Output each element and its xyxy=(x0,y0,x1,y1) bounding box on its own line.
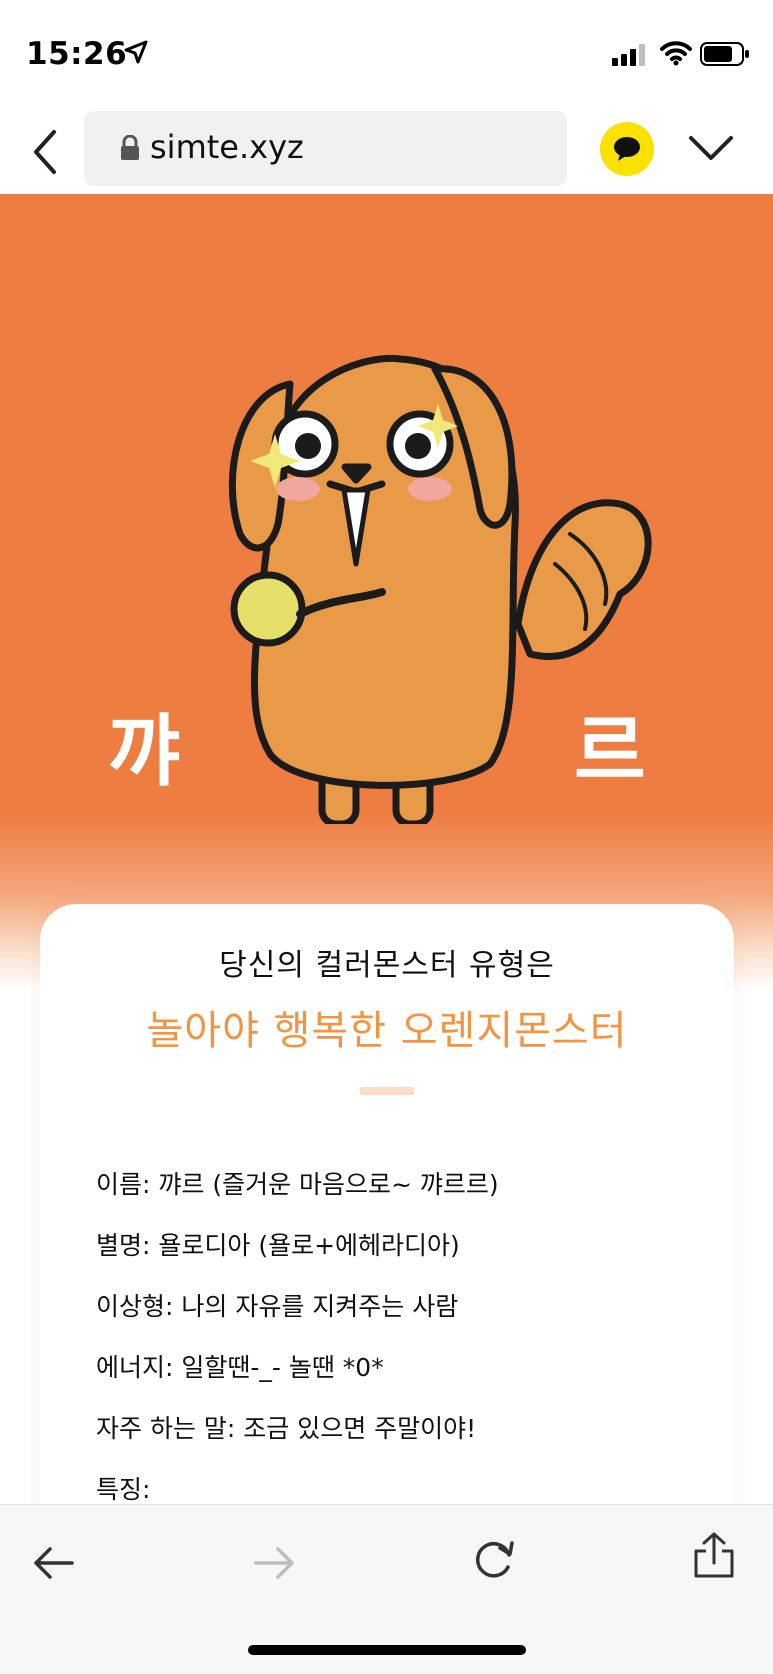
browser-nav-bar: simte.xyz xyxy=(0,110,773,194)
result-card: 당신의 컬러몬스터 유형은 놀아야 행복한 오렌지몬스터 이름: 꺄르 (즐거운… xyxy=(40,904,734,1524)
cellular-signal-icon xyxy=(612,44,645,66)
detail-energy: 에너지: 일할땐-_- 놀땐 *0* xyxy=(96,1353,384,1382)
result-title: 놀아야 행복한 오렌지몬스터 xyxy=(146,1008,628,1054)
browser-toolbar xyxy=(0,1504,773,1674)
character-name-left: 꺄 xyxy=(108,707,180,797)
detail-nickname: 별명: 욜로디아 (욜로+에헤라디아) xyxy=(96,1231,460,1260)
lock-icon xyxy=(121,135,139,160)
kakaotalk-button[interactable] xyxy=(600,122,654,176)
url-field[interactable]: simte.xyz xyxy=(84,111,567,186)
url-text: simte.xyz xyxy=(150,128,304,166)
detail-name: 이름: 꺄르 (즐거운 마음으로~ 꺄르르) xyxy=(96,1170,499,1199)
kakaotalk-icon xyxy=(614,137,640,161)
detail-ideal-type: 이상형: 나의 자유를 지켜주는 사람 xyxy=(96,1292,459,1321)
status-bar: 15:26 xyxy=(0,0,773,110)
divider xyxy=(360,1087,414,1095)
hero-banner: 꺄 르 xyxy=(0,194,773,990)
forward-arrow-icon[interactable] xyxy=(252,1545,296,1581)
home-indicator xyxy=(248,1645,526,1655)
reload-icon[interactable] xyxy=(470,1535,518,1583)
wifi-icon xyxy=(660,41,692,66)
result-subtitle: 당신의 컬러몬스터 유형은 xyxy=(219,948,555,983)
back-arrow-icon[interactable] xyxy=(32,1545,76,1581)
status-time: 15:26 xyxy=(26,36,128,72)
back-chevron-icon[interactable] xyxy=(26,126,66,178)
location-arrow-icon xyxy=(124,40,148,64)
character-name-right: 르 xyxy=(574,707,646,797)
result-details: 이름: 꺄르 (즐거운 마음으로~ 꺄르르) 별명: 욜로디아 (욜로+에헤라디… xyxy=(96,1154,499,1520)
detail-catchphrase: 자주 하는 말: 조금 있으면 주말이야! xyxy=(96,1414,477,1443)
battery-icon xyxy=(700,42,749,66)
share-icon[interactable] xyxy=(692,1531,736,1579)
chevron-down-icon[interactable] xyxy=(688,134,734,164)
